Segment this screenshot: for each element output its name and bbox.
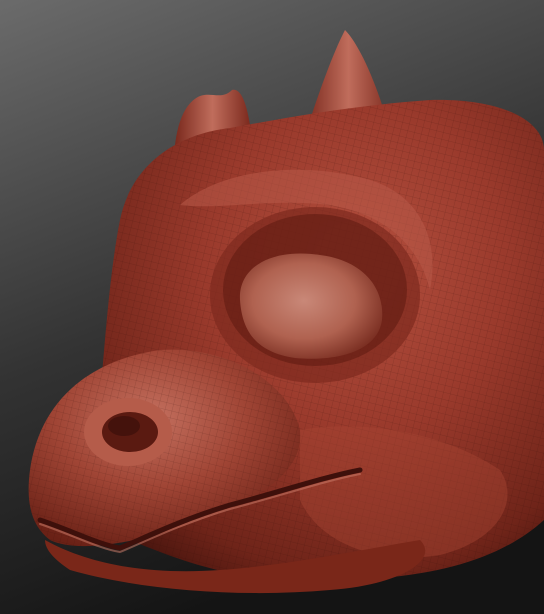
- sculpt-viewport[interactable]: [0, 0, 544, 614]
- viewport-canvas[interactable]: [0, 0, 544, 614]
